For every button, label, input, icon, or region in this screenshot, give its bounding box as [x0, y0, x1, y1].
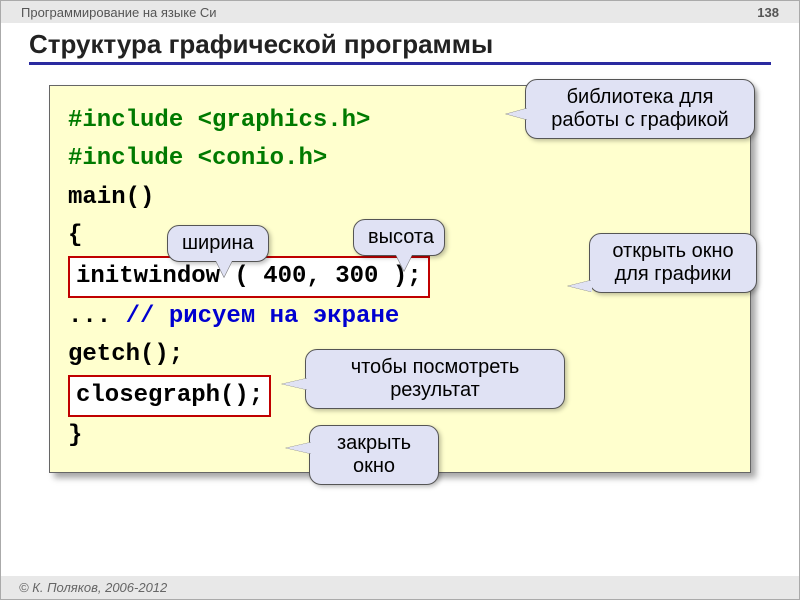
- include-header-conio: <conio.h>: [198, 145, 328, 172]
- callout-open-window: открыть окно для графики: [589, 233, 757, 293]
- code-draw-dots: ...: [68, 303, 126, 330]
- page-number: 138: [757, 5, 779, 20]
- callout-tail: [282, 378, 308, 390]
- code-include-conio: #include <conio.h>: [68, 140, 732, 178]
- callout-tail: [216, 261, 232, 277]
- callout-tail: [286, 442, 312, 454]
- callout-width-text: ширина: [182, 232, 254, 254]
- callout-open-text: открыть окно для графики: [612, 240, 733, 285]
- code-main: main(): [68, 179, 732, 217]
- callout-result-text: чтобы посмотреть результат: [351, 356, 520, 401]
- code-draw-line: ... // рисуем на экране: [68, 298, 732, 336]
- callout-close-text: закрыть окно: [337, 432, 411, 477]
- callout-close-window: закрыть окно: [309, 425, 439, 485]
- code-area: #include <graphics.h> #include <conio.h>…: [49, 85, 751, 473]
- callout-tail: [396, 255, 412, 271]
- include-keyword: #include: [68, 145, 198, 172]
- callout-width: ширина: [167, 225, 269, 262]
- callout-tail: [506, 108, 528, 120]
- slide-title: Структура графической программы: [1, 23, 799, 62]
- code-closegraph: closegraph();: [68, 375, 271, 417]
- callout-height: высота: [353, 219, 445, 256]
- context-title: Программирование на языке Си: [21, 5, 217, 20]
- callout-library: библиотека для работы с графикой: [525, 79, 755, 139]
- callout-height-text: высота: [368, 226, 434, 248]
- title-underline: [29, 62, 771, 65]
- callout-tail: [568, 280, 592, 292]
- include-header-graphics: <graphics.h>: [198, 107, 371, 134]
- slide-header: Программирование на языке Си 138: [1, 1, 799, 23]
- callout-library-text: библиотека для работы с графикой: [551, 86, 728, 131]
- include-keyword: #include: [68, 107, 198, 134]
- callout-result: чтобы посмотреть результат: [305, 349, 565, 409]
- code-draw-comment: // рисуем на экране: [126, 303, 400, 330]
- footer-copyright: © К. Поляков, 2006-2012: [1, 576, 799, 599]
